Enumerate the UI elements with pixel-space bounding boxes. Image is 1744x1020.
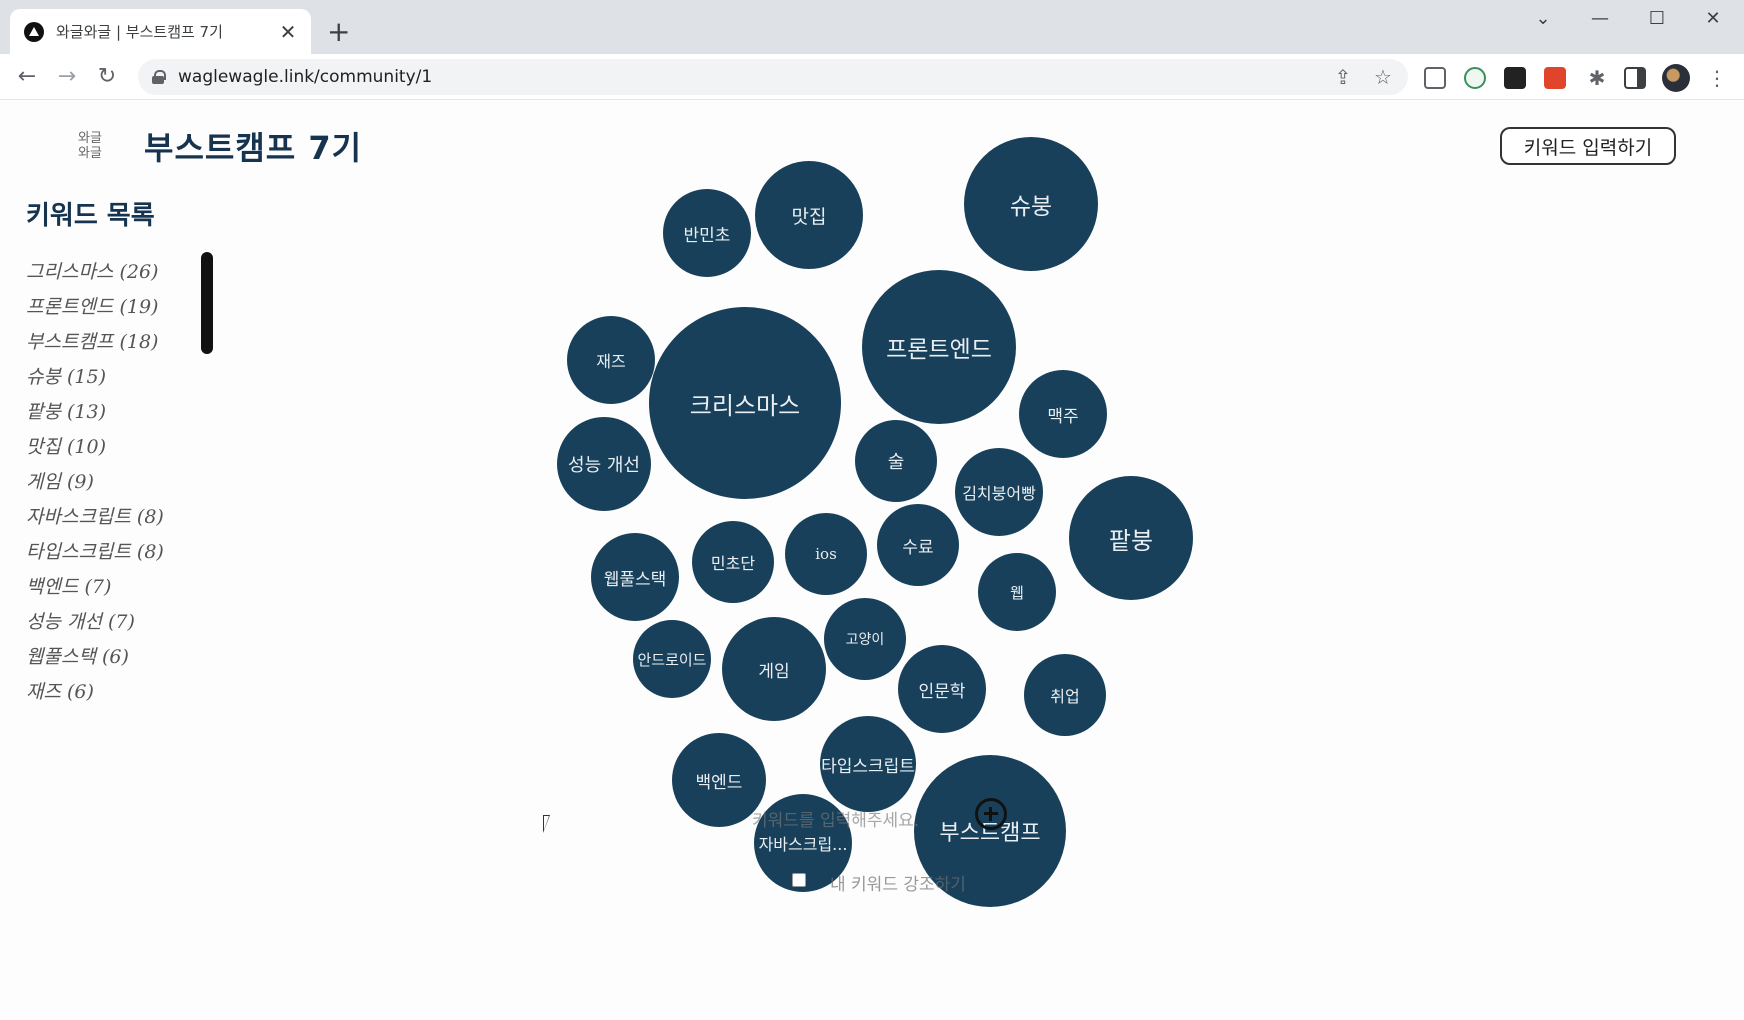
keyword-bubble-label: 게임 [758,661,790,682]
keyword-bubble[interactable]: 민초단 [692,521,774,603]
keyword-list-item[interactable]: 그리스마스 (26) [26,257,206,292]
forward-icon[interactable]: → [52,62,82,92]
keyword-bubble-label: 자바스크립... [758,835,848,854]
keyword-bubble-label: 웹풀스택 [603,569,667,590]
browser-tab-bar: 와글와글 | 부스트캠프 7기 ✕ + ⌄ — ☐ ✕ [0,0,1744,54]
browser-tab[interactable]: 와글와글 | 부스트캠프 7기 ✕ [10,9,311,54]
keyword-bubble[interactable]: 술 [855,420,937,502]
keyword-list-item[interactable]: 백엔드 (7) [26,572,206,607]
share-icon[interactable]: ⇪ [1330,65,1356,89]
highlight-my-keywords-label: 내 키워드 강조하기 [830,875,966,895]
browser-toolbar: ← → ↻ waglewagle.link/community/1 ⇪ ☆ ✱ … [0,54,1744,100]
keyword-bubble-label: 술 [887,452,905,473]
page-title: 부스트캠프 7기 [144,129,363,167]
keyword-bubble-label: 타입스크립트 [821,756,915,777]
page-content: 와글 와글 부스트캠프 7기 키워드 입력하기 키워드 목록 그리스마스 (26… [0,101,1744,1020]
back-icon[interactable]: ← [12,62,42,92]
keyword-list-item[interactable]: 맛집 (10) [26,432,206,467]
close-window-icon[interactable]: ✕ [1698,8,1728,29]
keyword-bubble[interactable]: 재즈 [567,316,655,404]
site-favicon-icon [24,21,44,42]
keyword-bubble[interactable]: 안드로이드 [633,620,711,698]
close-tab-icon[interactable]: ✕ [277,21,299,43]
keyword-bubble-label: 민초단 [710,554,756,573]
menu-kebab-icon[interactable]: ⋮ [1704,66,1730,90]
keyword-bubble-label: 안드로이드 [637,650,707,669]
keyword-bubble-label: 웹 [1010,583,1024,602]
keyword-bubble[interactable]: 팥붕 [1069,476,1193,600]
screenshot-extension-icon[interactable] [1424,67,1446,89]
keyword-bubble-label: 팥붕 [1108,526,1154,555]
keyword-bubble-label: 고양이 [845,632,885,648]
keyword-bubble[interactable]: ios [785,513,867,595]
bookmark-star-icon[interactable]: ☆ [1370,65,1396,89]
tab-title: 와글와글 | 부스트캠프 7기 [56,23,223,41]
keyword-list-title: 키워드 목록 [26,201,155,231]
keyword-bubble[interactable]: 고양이 [824,598,906,680]
keyword-list-item[interactable]: 프론트엔드 (19) [26,292,206,327]
keyword-bubble[interactable]: 맛집 [755,161,863,269]
url-text: waglewagle.link/community/1 [178,67,433,87]
keyword-bubble-label: 김치붕어빵 [962,484,1036,503]
extension-off-icon[interactable] [1544,67,1566,89]
keyword-bubble[interactable]: 게임 [722,617,826,721]
keyword-bubble[interactable]: 인문학 [898,645,986,733]
keyword-bubble[interactable]: 취업 [1024,654,1106,736]
keyword-list[interactable]: 그리스마스 (26) 프론트엔드 (19) 부스트캠프 (18) 슈붕 (15) 팥붕 … [26,257,206,797]
keyword-bubble-label: 취업 [1050,687,1080,706]
profile-avatar[interactable] [1662,64,1690,92]
keyword-list-scrollbar[interactable] [201,252,213,354]
keyword-bubble[interactable]: 수료 [877,504,959,586]
keyword-bubble[interactable]: 김치붕어빵 [955,448,1043,536]
keyword-input-placeholder[interactable]: 키워드를 입력해주세요. [752,806,919,831]
keyword-bubble[interactable]: 반민초 [663,189,751,277]
reload-icon[interactable]: ↻ [92,62,122,92]
minimize-icon[interactable]: — [1585,8,1615,29]
address-bar[interactable]: waglewagle.link/community/1 ⇪ ☆ [138,59,1408,95]
extension-hex-icon[interactable] [1464,67,1486,89]
keyword-input-button[interactable]: 키워드 입력하기 [1500,127,1676,165]
keyword-list-item[interactable]: 슈붕 (15) [26,362,206,397]
keyword-list-item[interactable]: 게임 (9) [26,467,206,502]
lock-icon [152,70,166,84]
add-keyword-icon[interactable] [975,798,1007,830]
maximize-icon[interactable]: ☐ [1642,8,1672,29]
keyword-list-item[interactable]: 성능 개선 (7) [26,607,206,642]
keyword-bubble-label: 프론트엔드 [886,337,992,363]
keyword-bubble-label: 성능 개선 [568,455,640,476]
keyword-list-item[interactable]: 웹풀스택 (6) [26,642,206,677]
keyword-bubble[interactable]: 맥주 [1019,370,1107,458]
keyword-bubble-label: 백엔드 [695,772,743,793]
waglewagle-logo[interactable]: 와글 와글 [72,131,108,167]
keyword-bubble[interactable]: 크리스마스 [649,307,841,499]
keyword-list-item[interactable]: 타입스크립트 (8) [26,537,206,572]
keyword-bubble-label: 맥주 [1047,406,1079,427]
keyword-bubble[interactable]: 성능 개선 [557,417,651,511]
keyword-bubble-label: 인문학 [918,681,966,702]
new-tab-icon[interactable]: + [327,17,350,47]
keyword-bubble-label: 슈붕 [1009,194,1053,220]
keyword-bubble[interactable]: 웹 [978,553,1056,631]
keyword-bubble-label: 크리스마스 [689,391,801,420]
keyword-bubble-label: 재즈 [596,352,626,371]
keyword-bubble-label: 맛집 [791,205,827,228]
keyword-bubble[interactable]: 타입스크립트 [820,716,916,812]
mouse-cursor-icon [543,815,550,833]
tab-search-icon[interactable]: ⌄ [1528,8,1558,29]
highlight-my-keywords-checkbox[interactable] [792,873,806,887]
side-panel-icon[interactable] [1624,67,1646,89]
keyword-bubble[interactable]: 슈붕 [964,137,1098,271]
keyword-bubble-label: ios [815,545,837,563]
lighthouse-extension-icon[interactable] [1504,67,1526,89]
keyword-bubble-label: 반민초 [683,225,731,246]
keyword-list-item[interactable]: 팥붕 (13) [26,397,206,432]
keyword-bubble[interactable]: 웹풀스택 [591,533,679,621]
extensions-puzzle-icon[interactable]: ✱ [1584,66,1610,90]
keyword-list-item[interactable]: 자바스크립트 (8) [26,502,206,537]
keyword-list-item[interactable]: 부스트캠프 (18) [26,327,206,362]
keyword-list-item[interactable]: 재즈 (6) [26,677,206,712]
keyword-bubble[interactable]: 프론트엔드 [862,270,1016,424]
keyword-bubble-label: 수료 [902,537,934,558]
